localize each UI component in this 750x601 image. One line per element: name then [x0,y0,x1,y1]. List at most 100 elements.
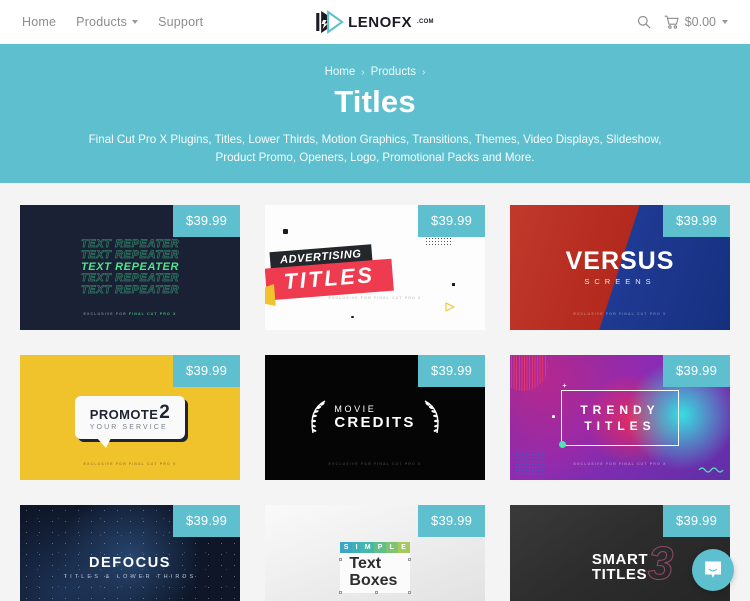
product-title-line: TITLES [591,565,648,583]
product-title-group: SMART TITLES 3 [591,539,674,586]
laurel-right-icon [424,399,439,433]
price-badge: $39.99 [418,355,485,387]
decor-star [562,383,567,388]
product-tagline: EXCLUSIVE FOR FINAL CUT PRO X [573,462,667,466]
laurel-left-icon [311,399,326,433]
decor-halftone-circle [510,355,548,391]
price-badge: $39.99 [418,205,485,237]
product-card-versus-screens[interactable]: VERSUS SCREENS EXCLUSIVE FOR FINAL CUT P… [510,205,730,330]
nav-item-label: Support [158,15,204,29]
header-actions: $0.00 [637,15,728,29]
cart-icon [664,15,679,29]
product-title-line: Text [349,555,382,573]
product-title-number: 2 [159,402,171,424]
search-icon[interactable] [637,15,651,29]
logo-suffix: .COM [416,19,434,25]
chat-bubble-icon [705,561,721,578]
product-tagline: EXCLUSIVE FOR FINAL CUT PRO X [573,312,667,316]
product-tagline: EXCLUSIVE FOR FINAL CUT PRO X [328,296,422,300]
cart-button[interactable]: $0.00 [664,15,728,29]
selection-handle [338,558,342,562]
breadcrumb: Home › Products › [0,66,750,78]
product-title-group: Text Boxes [340,553,410,593]
product-title-line: TITLES [584,418,656,433]
product-title-line: TEXT REPEATER [80,249,180,262]
megaphone-icon [265,283,276,306]
chat-widget-button[interactable] [692,549,734,591]
decor-dot [558,441,566,448]
product-title-group: ADVERTISING TITLES [265,234,485,306]
product-title-frame: TRENDY TITLES [558,389,679,448]
simple-letter: I [352,542,362,554]
breadcrumb-item-products[interactable]: Products [371,66,416,78]
price-badge: $39.99 [418,505,485,537]
price-badge: $39.99 [173,205,240,237]
product-title-line: Boxes [349,571,398,589]
nav-item-label: Home [22,15,57,29]
product-tagline: EXCLUSIVE FOR FINAL CUT PRO X [83,462,177,466]
selection-handle [408,591,412,595]
product-card-text-repeater[interactable]: TEXT REPEATER TEXT REPEATER TEXT REPEATE… [20,205,240,330]
decor-dot [351,315,354,318]
product-subtitle-line: TITLES & LOWER THIRDS [63,574,197,580]
breadcrumb-separator: › [422,66,426,78]
product-title-number: 3 [647,536,674,589]
lenofx-play-logo-icon [316,10,344,34]
product-card-advertising-titles[interactable]: ADVERTISING TITLES EXCLUSIVE FOR FINAL C… [265,205,485,330]
cart-total: $0.00 [684,15,716,29]
chevron-down-icon [722,20,728,24]
price-badge: $39.99 [663,505,730,537]
hero-description: Final Cut Pro X Plugins, Titles, Lower T… [88,132,662,165]
selection-handle [408,558,412,562]
product-title-line: TEXT REPEATER [80,283,180,296]
product-title-line: TRENDY [580,402,660,417]
nav-item-label: Products [76,15,128,29]
site-header: Home Products Support LENOFX .COM $0.00 [0,0,750,44]
product-card-defocus[interactable]: DEFOCUS TITLES & LOWER THIRDS EXCLUSIVE … [20,505,240,601]
product-title-line: SMART [591,550,649,568]
price-badge: $39.99 [173,355,240,387]
product-subtitle-line: YOUR SERVICE [89,423,168,431]
price-badge: $39.99 [663,355,730,387]
decor-triangle-icon [445,302,455,312]
product-card-promote-your-service-2[interactable]: PROMOTE 2 YOUR SERVICE EXCLUSIVE FOR FIN… [20,355,240,480]
chevron-down-icon [132,20,139,24]
nav-item-support[interactable]: Support [158,15,203,29]
selection-handle [338,591,342,595]
simple-letters-bar: S I M P L E [340,542,410,554]
product-title-line: PROMOTE [89,406,159,422]
simple-letter: E [397,542,410,554]
site-logo[interactable]: LENOFX .COM [316,10,434,34]
decor-wave-icon [698,467,724,473]
breadcrumb-item-home[interactable]: Home [325,66,356,78]
product-card-movie-credits[interactable]: MOVIE CREDITS EXCLUSIVE FOR FINAL CUT PR… [265,355,485,480]
text-box-group: S I M P L E Text Boxes [338,542,412,595]
product-card-smart-titles-3[interactable]: SMART TITLES 3 EXCLUSIVE FOR FINAL CUT P… [510,505,730,601]
product-title-line: DEFOCUS [88,555,172,571]
product-tagline: EXCLUSIVE FOR FINAL CUT PRO X [328,462,422,466]
simple-letter: M [361,542,375,554]
breadcrumb-separator: › [361,66,365,78]
decor-dot [283,229,288,234]
product-tagline: EXCLUSIVE FOR FINAL CUT PRO X [83,312,177,316]
nav-item-home[interactable]: Home [22,15,56,29]
decor-dot [552,415,555,418]
product-card-trendy-titles[interactable]: TRENDY TITLES EXCLUSIVE FOR FINAL CUT PR… [510,355,730,480]
page-title: Titles [334,84,416,119]
main-navigation: Home Products Support [22,15,203,29]
product-grid: TEXT REPEATER TEXT REPEATER TEXT REPEATE… [0,183,750,601]
product-title-line: CREDITS [334,413,416,431]
logo-text: LENOFX [348,13,412,31]
price-badge: $39.99 [173,505,240,537]
simple-letter: S [340,542,353,554]
product-card-simple-text-boxes[interactable]: S I M P L E Text Boxes $39.99 [265,505,485,601]
simple-letter: P [374,542,387,554]
product-title-line: MOVIE [334,403,377,414]
speech-bubble-shape: PROMOTE 2 YOUR SERVICE [74,396,186,448]
product-title-line: VERSUS [565,247,675,275]
simple-letter: L [386,542,398,554]
hero-banner: Home › Products › Titles Final Cut Pro X… [0,44,750,183]
product-title-line: SCREENS [584,277,656,286]
nav-item-products[interactable]: Products [76,15,139,29]
price-badge: $39.99 [663,205,730,237]
